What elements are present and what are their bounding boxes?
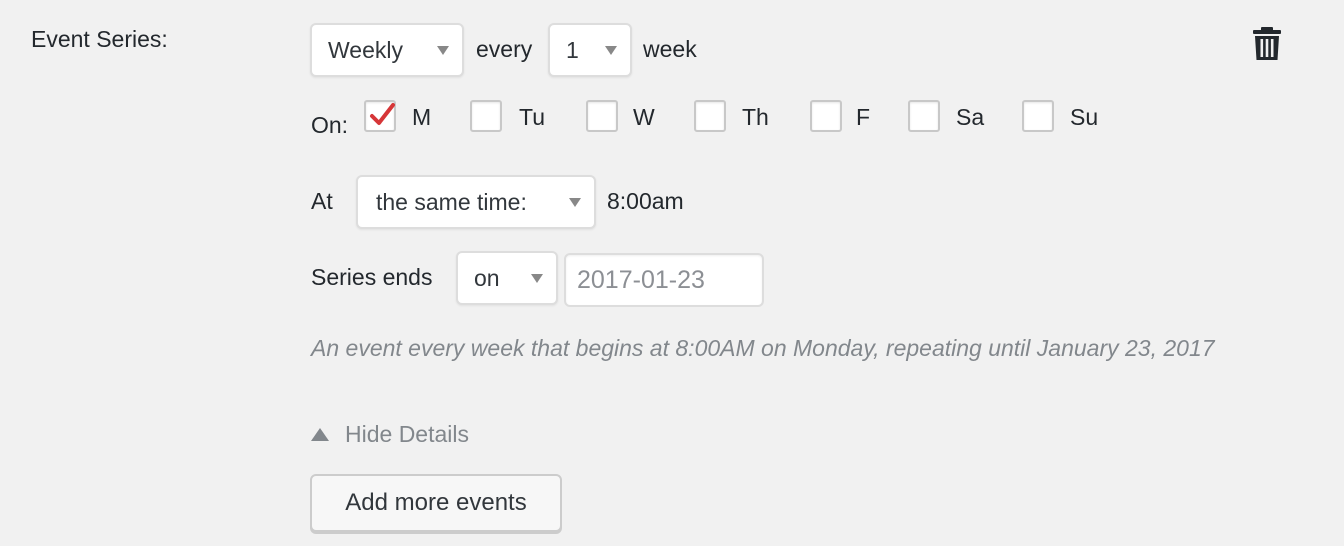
time-mode-value: the same time: [376, 188, 527, 215]
series-ends-label: Series ends [311, 264, 433, 290]
at-label: At [311, 188, 333, 214]
ends-mode-value: on [474, 264, 500, 291]
time-mode-select[interactable]: the same time: [356, 175, 596, 229]
ends-mode-select[interactable]: on [456, 251, 558, 305]
day-checkbox-th[interactable] [694, 100, 726, 132]
day-checkbox-f[interactable] [810, 100, 842, 132]
day-label-f: F [856, 104, 871, 130]
day-label-w: W [633, 104, 655, 130]
chevron-down-icon [437, 46, 449, 55]
day-label-su: Su [1070, 104, 1099, 130]
day-label-m: M [412, 104, 432, 130]
day-checkbox-w[interactable] [586, 100, 618, 132]
day-checkbox-m[interactable] [364, 100, 396, 132]
chevron-down-icon [531, 274, 543, 283]
hide-details-label: Hide Details [345, 421, 469, 447]
hide-details-toggle[interactable]: Hide Details [311, 421, 469, 448]
triangle-up-icon [311, 428, 329, 441]
chevron-down-icon [605, 46, 617, 55]
every-label: every [476, 36, 533, 62]
time-value: 8:00am [607, 188, 684, 214]
interval-value: 1 [566, 36, 579, 63]
event-series-label: Event Series: [31, 26, 168, 52]
day-label-sa: Sa [956, 104, 985, 130]
day-checkbox-sa[interactable] [908, 100, 940, 132]
day-label-tu: Tu [519, 104, 545, 130]
chevron-down-icon [569, 198, 581, 207]
on-label: On: [311, 112, 349, 138]
checkmark-icon [370, 103, 395, 125]
series-description: An event every week that begins at 8:00A… [311, 335, 1215, 361]
frequency-select[interactable]: Weekly [310, 23, 464, 77]
frequency-value: Weekly [328, 36, 403, 63]
day-label-th: Th [742, 104, 769, 130]
week-label: week [643, 36, 697, 62]
day-checkbox-su[interactable] [1022, 100, 1054, 132]
day-checkbox-tu[interactable] [470, 100, 502, 132]
trash-icon[interactable] [1252, 27, 1282, 66]
interval-select[interactable]: 1 [548, 23, 632, 77]
end-date-input[interactable] [564, 253, 764, 307]
add-more-events-button[interactable]: Add more events [310, 474, 562, 532]
